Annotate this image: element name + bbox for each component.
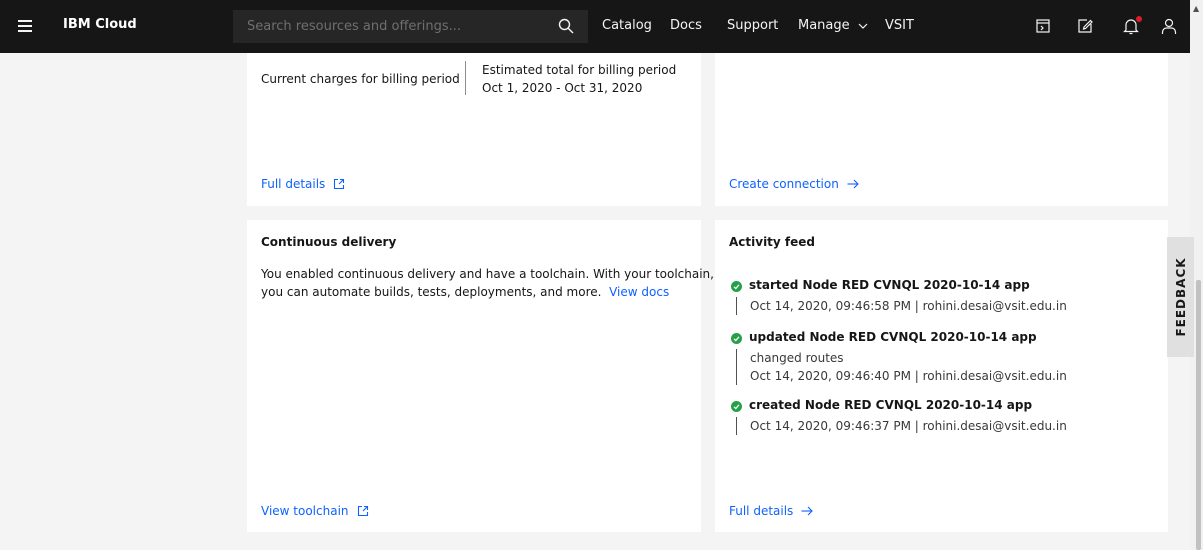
continuous-delivery-card: Continuous delivery You enabled continuo… (247, 220, 714, 532)
nav-docs[interactable]: Docs (670, 18, 702, 33)
activity-timeline-line (736, 349, 737, 385)
estimated-total-label: Estimated total for billing period (482, 63, 677, 77)
user-icon[interactable] (1159, 16, 1179, 36)
cd-description-line2-wrap: you can automate builds, tests, deployme… (261, 283, 669, 301)
billing-full-details-label: Full details (261, 177, 326, 191)
activity-feed-title: Activity feed (729, 235, 816, 249)
billing-period: Oct 1, 2020 - Oct 31, 2020 (482, 81, 643, 95)
activity-item-detail: Oct 14, 2020, 09:46:37 PM | rohini.desai… (750, 419, 1067, 433)
activity-item-title: created Node RED CVNQL 2020-10-14 app (749, 398, 1033, 412)
search-icon[interactable] (558, 18, 574, 34)
connection-card: Create connection (715, 53, 1168, 206)
edit-icon[interactable] (1075, 16, 1095, 36)
activity-item-title: started Node RED CVNQL 2020-10-14 app (749, 278, 1030, 292)
nav-support[interactable]: Support (727, 18, 778, 33)
checkmark-filled-icon (731, 333, 742, 344)
launch-icon (334, 178, 345, 190)
create-connection-label: Create connection (729, 177, 839, 191)
arrow-right-icon (847, 179, 859, 189)
view-toolchain-label: View toolchain (261, 504, 349, 518)
menu-icon[interactable] (18, 20, 32, 32)
brand-name[interactable]: IBM Cloud (63, 17, 137, 32)
activity-feed-card: Activity feed started Node RED CVNQL 202… (715, 220, 1168, 532)
activity-item-change: changed routes (750, 351, 844, 365)
view-toolchain-link[interactable]: View toolchain (261, 504, 369, 518)
billing-full-details-link[interactable]: Full details (261, 177, 345, 191)
scroll-up-arrow-icon[interactable]: ▲ (1193, 4, 1199, 13)
activity-timeline-line (736, 297, 737, 315)
create-connection-link[interactable]: Create connection (729, 177, 859, 191)
activity-timeline-line (736, 417, 737, 435)
activity-full-details-label: Full details (729, 504, 794, 518)
activity-item-detail: Oct 14, 2020, 09:46:58 PM | rohini.desai… (750, 299, 1067, 313)
billing-divider (465, 61, 466, 95)
notification-badge-dot (1136, 16, 1142, 22)
search-input[interactable] (245, 18, 548, 35)
cost-estimator-icon[interactable] (1033, 16, 1053, 36)
cd-description-line1: You enabled continuous delivery and have… (261, 267, 714, 281)
activity-full-details-link[interactable]: Full details (729, 504, 814, 518)
cd-card-title: Continuous delivery (261, 235, 397, 249)
checkmark-filled-icon (731, 281, 742, 292)
nav-catalog[interactable]: Catalog (602, 18, 652, 33)
nav-manage-label: Manage (798, 18, 850, 33)
billing-card: Current charges for billing period Estim… (247, 53, 701, 206)
checkmark-filled-icon (731, 401, 742, 412)
launch-icon (357, 505, 368, 517)
nav-account[interactable]: VSIT (885, 18, 914, 33)
feedback-tab[interactable]: FEEDBACK (1167, 237, 1194, 357)
nav-manage[interactable]: Manage (798, 18, 868, 33)
chevron-down-icon (858, 23, 868, 29)
feedback-label: FEEDBACK (1173, 257, 1188, 337)
activity-item-detail: Oct 14, 2020, 09:46:40 PM | rohini.desai… (750, 369, 1067, 383)
scrollbar-thumb[interactable] (1196, 280, 1201, 550)
cd-description-line2: you can automate builds, tests, deployme… (261, 285, 602, 299)
search-bar (233, 10, 588, 43)
view-docs-link[interactable]: View docs (609, 285, 669, 299)
current-charges-label: Current charges for billing period (261, 72, 460, 86)
top-header: IBM Cloud Catalog Docs Support Manage VS… (0, 0, 1190, 53)
activity-item-title: updated Node RED CVNQL 2020-10-14 app (749, 330, 1037, 344)
arrow-right-icon (801, 506, 814, 516)
